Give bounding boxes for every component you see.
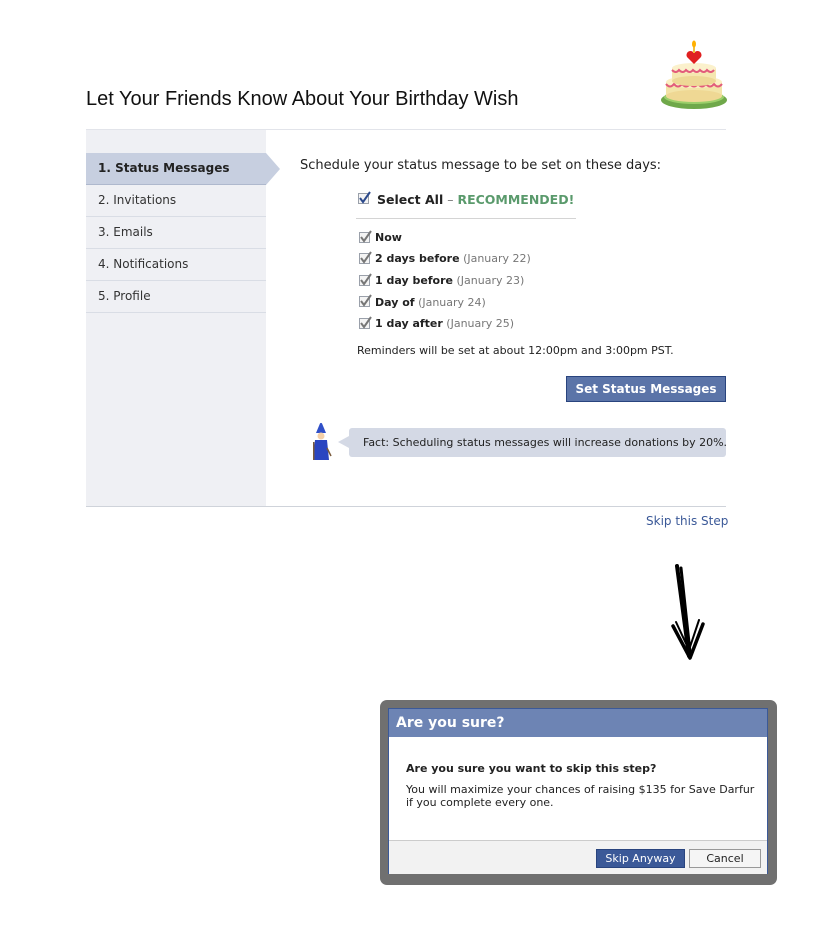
skip-anyway-button[interactable]: Skip Anyway (596, 849, 685, 868)
option-checkbox-1-day-after[interactable] (359, 316, 372, 329)
dialog-title: Are you sure? (389, 709, 767, 737)
option-checkbox-now[interactable] (359, 230, 372, 243)
wizard-icon (313, 420, 332, 460)
dialog-body: You will maximize your chances of raisin… (406, 783, 755, 809)
option-checkbox-day-of[interactable] (359, 294, 372, 307)
option-date: (January 24) (418, 296, 486, 309)
sidebar-item-status-messages[interactable]: 1. Status Messages (86, 153, 280, 185)
page-title: Let Your Friends Know About Your Birthda… (86, 88, 519, 110)
schedule-heading: Schedule your status message to be set o… (300, 158, 662, 173)
checkmark-icon (360, 251, 372, 264)
sidebar-item-emails[interactable]: 3. Emails (86, 217, 266, 249)
option-date: (January 22) (463, 252, 531, 265)
option-checkbox-2-days-before[interactable] (359, 251, 372, 264)
divider (356, 218, 576, 219)
checkmark-icon (360, 294, 372, 307)
sidebar: 1. Status Messages 2. Invitations 3. Ema… (86, 130, 280, 506)
reminder-text: Reminders will be set at about 12:00pm a… (357, 344, 674, 357)
option-label: 1 day before (January 23) (375, 274, 524, 287)
option-name: Day of (375, 296, 415, 309)
birthday-cake-icon (661, 40, 727, 109)
fact-callout: Fact: Scheduling status messages will in… (338, 428, 727, 457)
checkmark-icon (360, 273, 372, 286)
checkmark-icon (359, 191, 371, 204)
skip-step-link[interactable]: Skip this Step (646, 514, 728, 528)
sidebar-item-profile[interactable]: 5. Profile (86, 281, 266, 313)
select-all-label: Select All – RECOMMENDED! (377, 192, 574, 207)
select-all-text: Select All (377, 192, 444, 207)
dialog-footer: Skip Anyway Cancel (389, 840, 767, 874)
cancel-button[interactable]: Cancel (689, 849, 761, 868)
arrow-down-icon (671, 564, 705, 660)
recommended-text: RECOMMENDED! (457, 192, 575, 207)
set-status-messages-button[interactable]: Set Status Messages (566, 376, 726, 402)
dialog-question: Are you sure you want to skip this step? (406, 762, 657, 775)
checkmark-icon (360, 316, 372, 329)
confirm-dialog: Are you sure? Are you sure you want to s… (388, 708, 768, 874)
option-label: Day of (January 24) (375, 296, 486, 309)
select-all-checkbox[interactable] (358, 191, 371, 204)
option-name: 1 day after (375, 317, 443, 330)
sidebar-item-notifications[interactable]: 4. Notifications (86, 249, 266, 281)
option-date: (January 25) (446, 317, 515, 330)
option-name: 1 day before (375, 274, 454, 287)
option-label: 1 day after (January 25) (375, 317, 514, 330)
option-checkbox-1-day-before[interactable] (359, 273, 372, 286)
checkmark-icon (360, 230, 372, 243)
sidebar-item-invitations[interactable]: 2. Invitations (86, 185, 266, 217)
option-date: (January 23) (456, 274, 525, 287)
option-name: Now (375, 231, 402, 244)
select-all-separator: – (443, 192, 458, 207)
option-label: Now (375, 231, 402, 244)
option-name: 2 days before (375, 252, 460, 265)
option-label: 2 days before (January 22) (375, 252, 531, 265)
